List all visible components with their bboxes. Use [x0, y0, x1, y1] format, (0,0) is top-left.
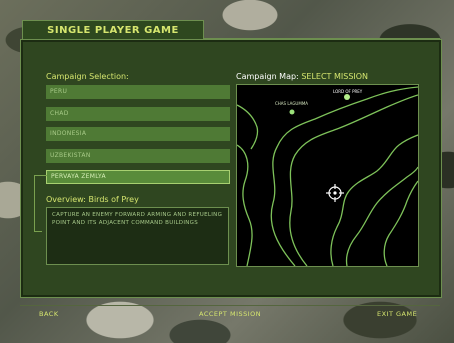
campaign-map-heading: Campaign Map: SELECT MISSION: [236, 72, 368, 81]
exit-game-button[interactable]: EXIT GAME: [377, 310, 417, 318]
map-label-lord-of-prey: LORD OF PREY: [333, 89, 363, 94]
accept-mission-button[interactable]: ACCEPT MISSION: [199, 310, 261, 318]
campaign-map-status: SELECT MISSION: [301, 72, 369, 81]
back-button[interactable]: BACK: [39, 310, 59, 318]
campaign-item-indonesia[interactable]: INDONESIA: [46, 127, 230, 141]
campaign-map-label: Campaign Map:: [236, 72, 299, 81]
map-contours: CHAS LAGUMMA LORD OF PREY: [237, 86, 418, 266]
overview-heading: Overview: Birds of Prey: [46, 195, 139, 204]
crosshair-cursor-icon: [326, 184, 344, 202]
campaign-item-chad[interactable]: CHAD: [46, 107, 230, 121]
map-marker-chas-lagumma: [289, 109, 295, 115]
campaign-item-peru[interactable]: PERU: [46, 85, 230, 99]
mission-description: CAPTURE AN ENEMY FORWARD ARMING AND REFU…: [46, 207, 229, 265]
map-label-chas-lagumma: CHAS LAGUMMA: [275, 101, 308, 106]
campaign-item-pervaya-zemlya[interactable]: PERVAYA ZEMLYA: [46, 170, 230, 184]
campaign-item-uzbekistan[interactable]: UZBEKISTAN: [46, 149, 230, 163]
mission-name: Birds of Prey: [88, 195, 139, 204]
campaign-selection-heading: Campaign Selection:: [46, 72, 129, 81]
selection-bracket-foot: [34, 231, 42, 232]
page-title: SINGLE PLAYER GAME: [22, 20, 204, 40]
campaign-map[interactable]: CHAS LAGUMMA LORD OF PREY: [236, 84, 419, 267]
map-marker-lord-of-prey: [344, 94, 350, 100]
overview-label: Overview:: [46, 195, 86, 204]
